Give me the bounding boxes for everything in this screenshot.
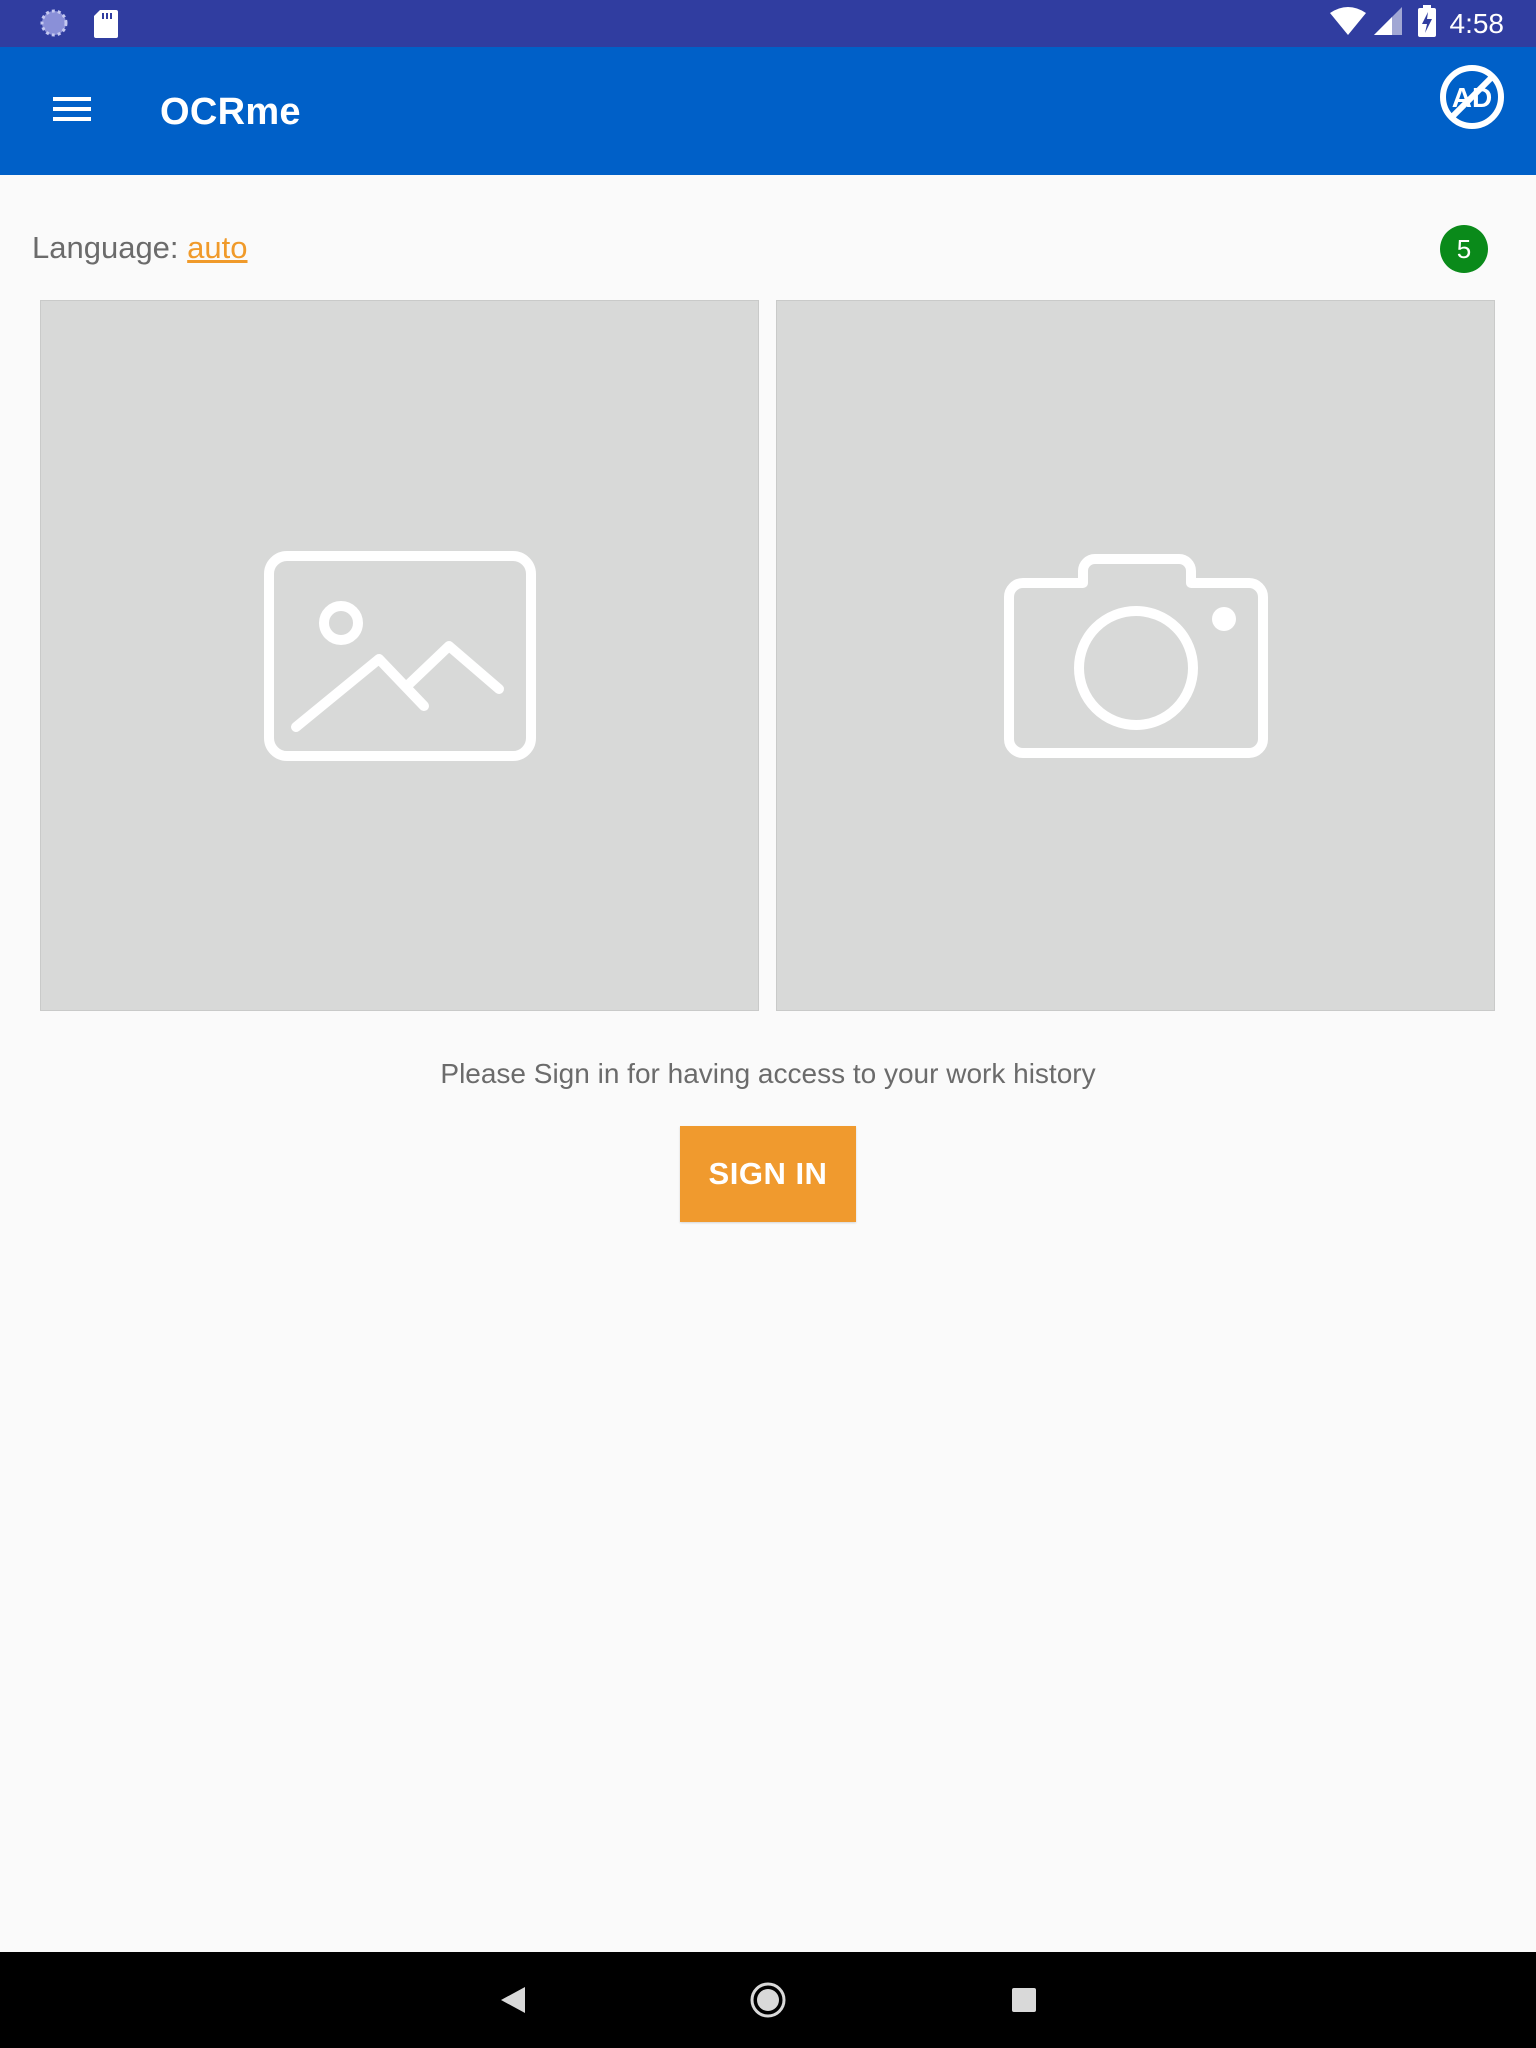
app-title: OCRme: [160, 91, 301, 133]
language-label: Language:: [32, 230, 179, 265]
menu-button[interactable]: [40, 77, 104, 141]
status-bar: 4:58: [0, 0, 1536, 47]
sd-card-icon: [94, 10, 118, 43]
camera-icon: [1003, 553, 1268, 758]
credits-badge: 5: [1440, 225, 1488, 273]
remove-ads-button[interactable]: AD: [1438, 63, 1506, 131]
home-icon: [750, 1982, 786, 2018]
app-bar: OCRme AD: [0, 47, 1536, 175]
camera-tile[interactable]: [776, 300, 1495, 1011]
recents-icon: [1012, 1988, 1036, 2012]
no-ads-icon: AD: [1440, 65, 1504, 129]
language-link[interactable]: auto: [187, 230, 247, 265]
home-button[interactable]: [738, 1970, 798, 2030]
battery-charging-icon: [1417, 5, 1436, 42]
back-icon: [501, 1987, 525, 2013]
wifi-icon: [1329, 7, 1366, 40]
clock: 4:58: [1449, 7, 1505, 39]
signin-message: Please Sign in for having access to your…: [440, 1058, 1096, 1089]
loading-icon: [40, 9, 68, 42]
image-icon: [263, 550, 536, 761]
signal-icon: [1373, 7, 1402, 40]
navigation-bar: [0, 1952, 1536, 2048]
language-row: Language: auto: [32, 230, 248, 266]
gallery-tile[interactable]: [40, 300, 759, 1011]
back-button[interactable]: [482, 1970, 542, 2030]
recents-button[interactable]: [994, 1970, 1054, 2030]
menu-icon: [53, 97, 91, 121]
sign-in-button[interactable]: SIGN IN: [680, 1126, 856, 1222]
